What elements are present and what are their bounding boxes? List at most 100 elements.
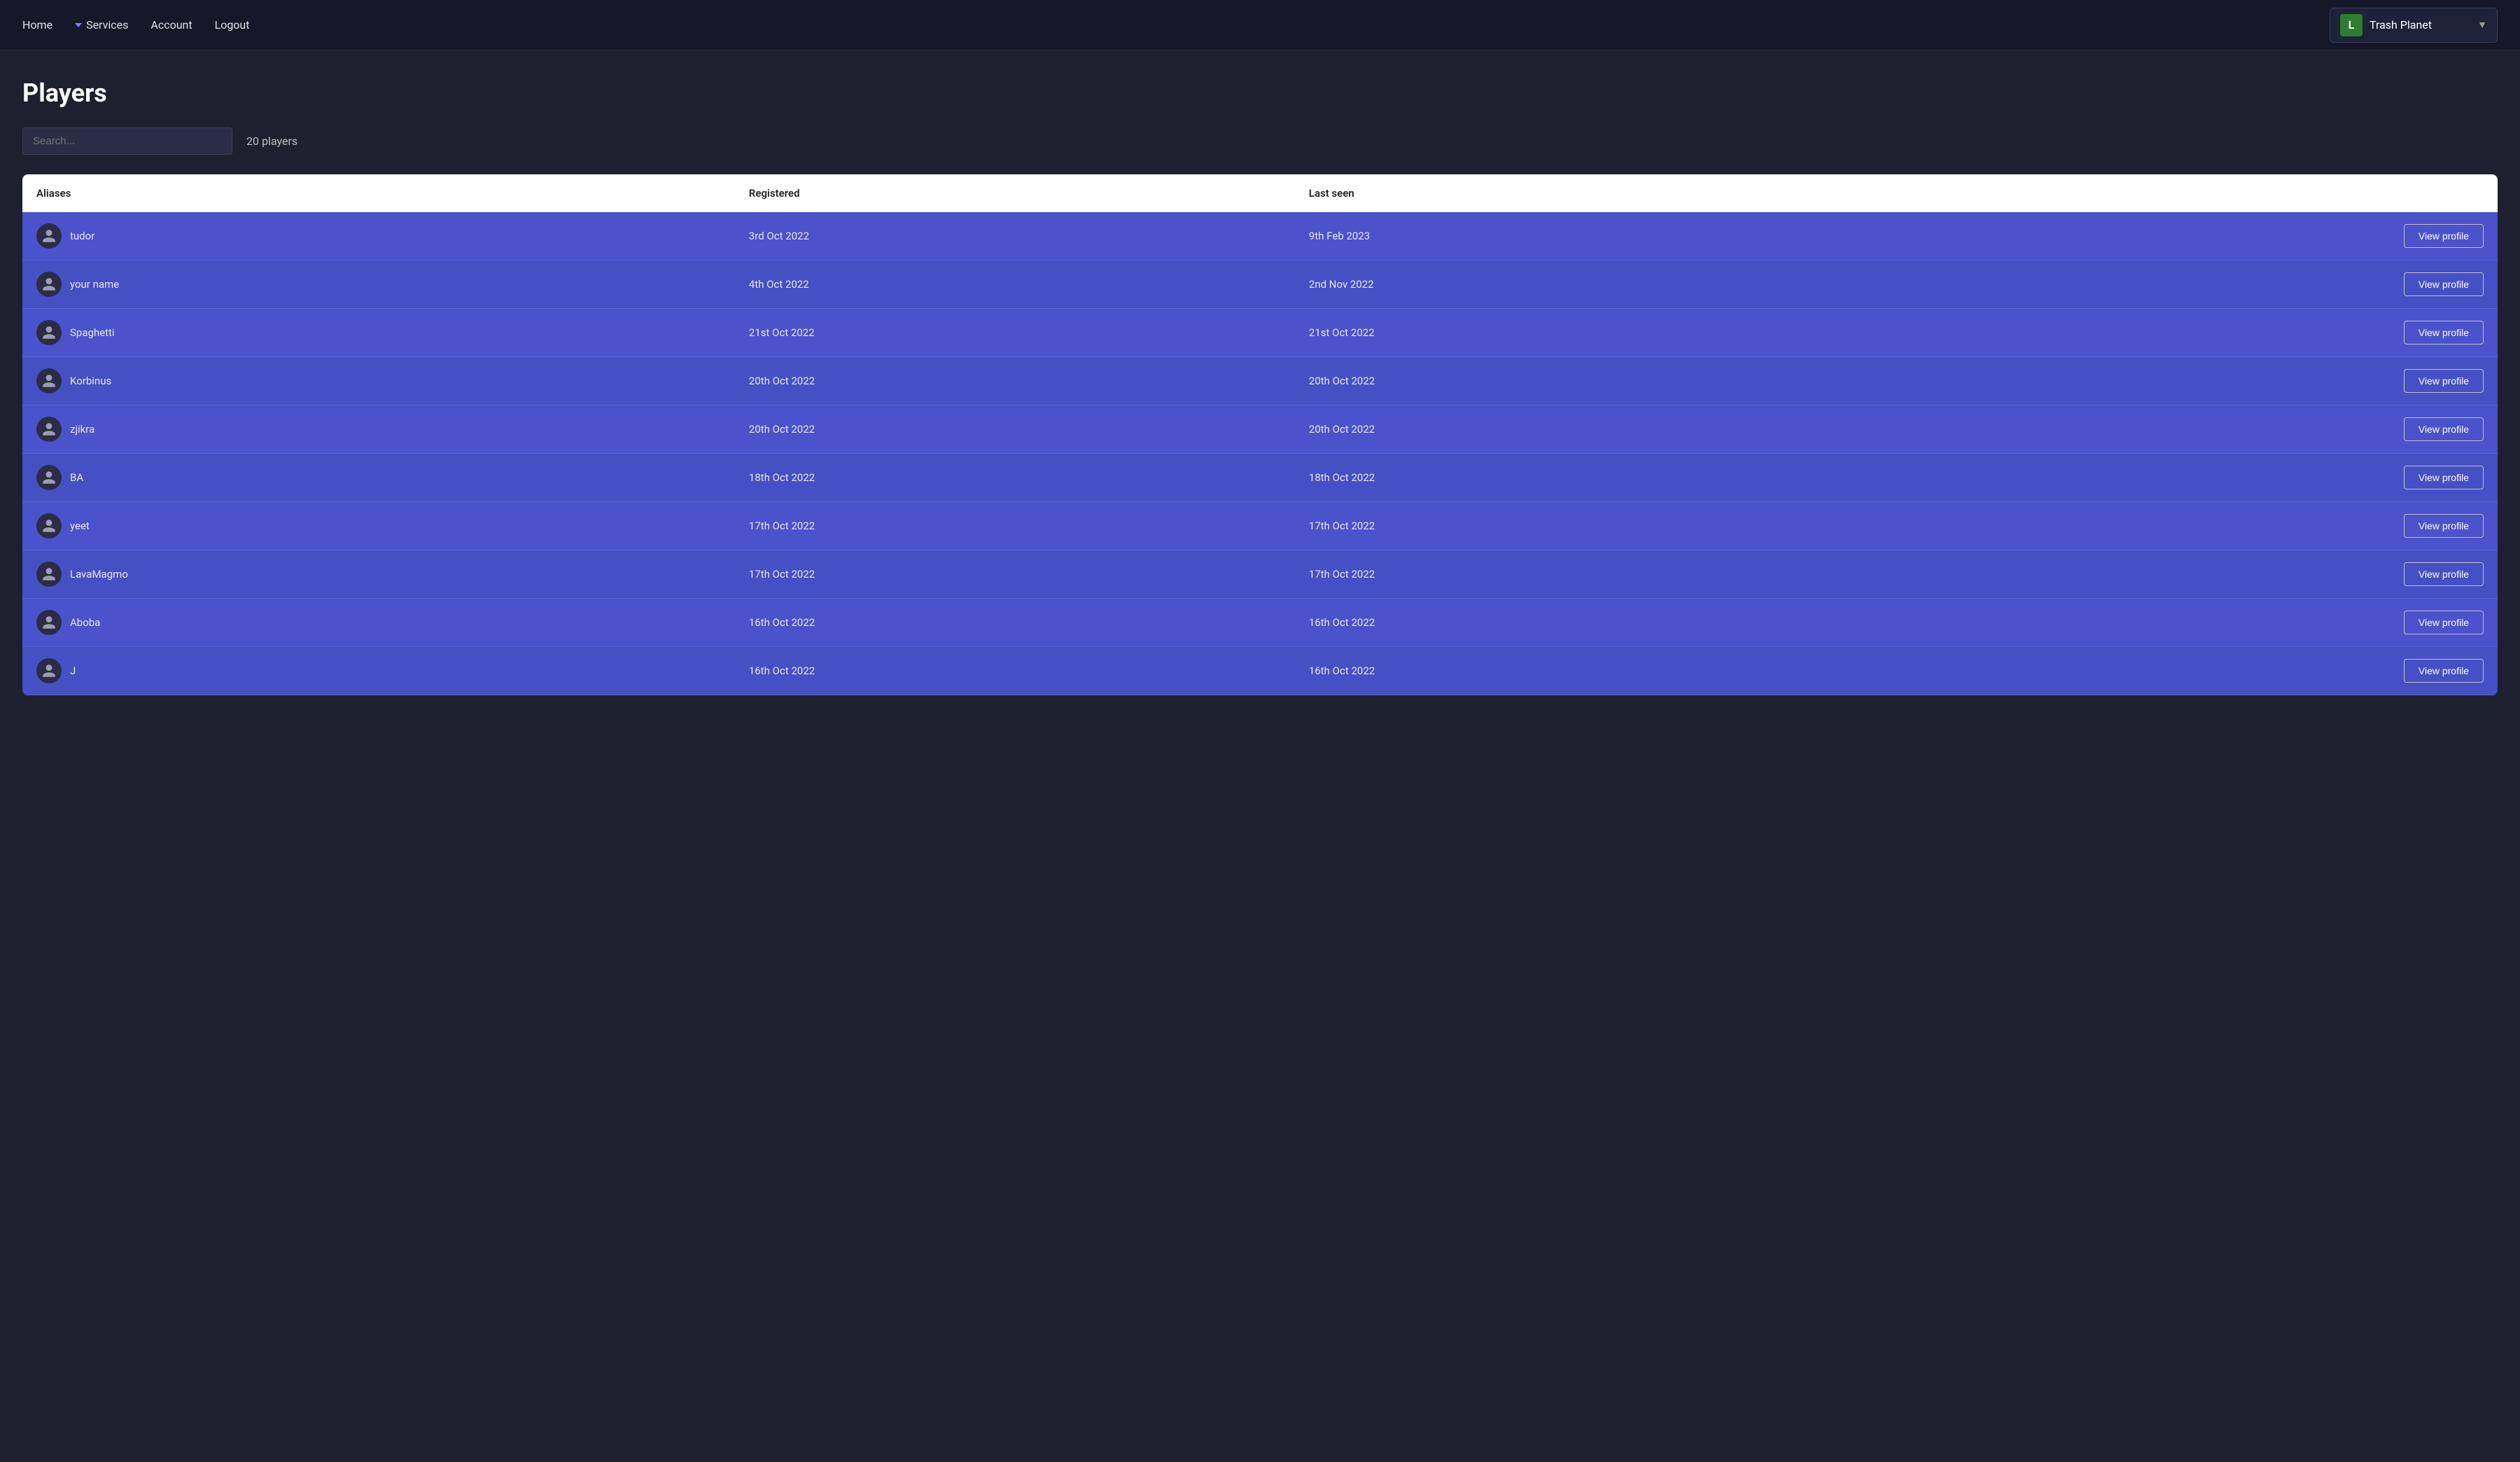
search-bar-row: 20 players xyxy=(22,127,2498,155)
brand-name: Trash Planet xyxy=(2370,18,2470,32)
player-last-seen: 18th Oct 2022 xyxy=(1295,454,1855,502)
view-profile-button[interactable]: View profile xyxy=(2404,272,2484,296)
player-last-seen: 2nd Nov 2022 xyxy=(1295,260,1855,309)
player-icon xyxy=(36,223,62,249)
player-last-seen: 16th Oct 2022 xyxy=(1295,599,1855,647)
view-profile-button[interactable]: View profile xyxy=(2404,417,2484,441)
view-profile-button[interactable]: View profile xyxy=(2404,369,2484,393)
page-title: Players xyxy=(22,78,2498,108)
player-action-col: View profile xyxy=(1855,405,2498,454)
table-row: Spaghetti 21st Oct 2022 21st Oct 2022 Vi… xyxy=(22,309,2498,357)
user-icon xyxy=(41,228,57,244)
nav-logout[interactable]: Logout xyxy=(215,18,250,32)
user-icon xyxy=(41,422,57,437)
player-registered: 17th Oct 2022 xyxy=(735,550,1295,599)
player-alias: tudor xyxy=(70,230,94,242)
view-profile-button[interactable]: View profile xyxy=(2404,659,2484,683)
table-header: Aliases Registered Last seen xyxy=(22,174,2498,212)
player-action-col: View profile xyxy=(1855,647,2498,695)
player-icon xyxy=(36,272,62,297)
player-action-col: View profile xyxy=(1855,502,2498,550)
player-alias-cell: yeet xyxy=(22,502,735,550)
user-icon xyxy=(41,615,57,630)
player-icon xyxy=(36,417,62,442)
player-registered: 18th Oct 2022 xyxy=(735,454,1295,502)
brand-chevron-icon: ▼ xyxy=(2477,19,2487,31)
player-last-seen: 17th Oct 2022 xyxy=(1295,550,1855,599)
user-icon xyxy=(41,566,57,582)
nav-links: Home Services Account Logout xyxy=(22,18,249,32)
player-icon xyxy=(36,562,62,587)
player-registered: 20th Oct 2022 xyxy=(735,405,1295,454)
player-icon xyxy=(36,513,62,538)
player-last-seen: 17th Oct 2022 xyxy=(1295,502,1855,550)
nav-services[interactable]: Services xyxy=(75,18,128,32)
player-action-col: View profile xyxy=(1855,357,2498,405)
player-alias-cell: Aboba xyxy=(22,599,735,647)
table-row: your name 4th Oct 2022 2nd Nov 2022 View… xyxy=(22,260,2498,309)
navbar: Home Services Account Logout L Trash Pla… xyxy=(0,0,2520,50)
player-alias-cell: your name xyxy=(22,260,735,309)
players-count: 20 players xyxy=(246,134,298,148)
player-action-col: View profile xyxy=(1855,454,2498,502)
player-action-col: View profile xyxy=(1855,212,2498,260)
player-last-seen: 21st Oct 2022 xyxy=(1295,309,1855,357)
view-profile-button[interactable]: View profile xyxy=(2404,224,2484,248)
player-last-seen: 20th Oct 2022 xyxy=(1295,357,1855,405)
player-registered: 16th Oct 2022 xyxy=(735,599,1295,647)
brand-avatar: L xyxy=(2340,14,2362,36)
player-action-col: View profile xyxy=(1855,260,2498,309)
player-alias: BA xyxy=(70,471,83,484)
table-row: Korbinus 20th Oct 2022 20th Oct 2022 Vie… xyxy=(22,357,2498,405)
view-profile-button[interactable]: View profile xyxy=(2404,321,2484,344)
player-last-seen: 20th Oct 2022 xyxy=(1295,405,1855,454)
player-alias-cell: J xyxy=(22,647,735,695)
player-registered: 17th Oct 2022 xyxy=(735,502,1295,550)
table-row: LavaMagmo 17th Oct 2022 17th Oct 2022 Vi… xyxy=(22,550,2498,599)
player-registered: 3rd Oct 2022 xyxy=(735,212,1295,260)
player-action-col: View profile xyxy=(1855,599,2498,647)
col-registered: Registered xyxy=(735,174,1295,212)
player-alias: Spaghetti xyxy=(70,326,115,339)
user-icon xyxy=(41,325,57,340)
col-aliases: Aliases xyxy=(22,174,735,212)
player-alias-cell: LavaMagmo xyxy=(22,550,735,599)
player-icon xyxy=(36,465,62,490)
table-row: Aboba 16th Oct 2022 16th Oct 2022 View p… xyxy=(22,599,2498,647)
view-profile-button[interactable]: View profile xyxy=(2404,611,2484,634)
chevron-down-icon xyxy=(75,23,82,27)
player-alias-cell: zjikra xyxy=(22,405,735,454)
player-alias: Korbinus xyxy=(70,375,111,387)
nav-services-label: Services xyxy=(86,18,128,32)
player-last-seen: 16th Oct 2022 xyxy=(1295,647,1855,695)
user-icon xyxy=(41,277,57,292)
player-alias-cell: tudor xyxy=(22,212,735,260)
player-action-col: View profile xyxy=(1855,309,2498,357)
player-alias: your name xyxy=(70,278,119,291)
players-tbody: tudor 3rd Oct 2022 9th Feb 2023 View pro… xyxy=(22,212,2498,695)
players-table: Aliases Registered Last seen tudor 3rd O… xyxy=(22,174,2498,695)
view-profile-button[interactable]: View profile xyxy=(2404,514,2484,538)
table-row: zjikra 20th Oct 2022 20th Oct 2022 View … xyxy=(22,405,2498,454)
table-row: J 16th Oct 2022 16th Oct 2022 View profi… xyxy=(22,647,2498,695)
nav-home[interactable]: Home xyxy=(22,18,52,32)
user-icon xyxy=(41,663,57,678)
player-icon xyxy=(36,658,62,683)
user-icon xyxy=(41,373,57,389)
user-icon xyxy=(41,518,57,534)
brand-selector[interactable]: L Trash Planet ▼ xyxy=(2330,8,2498,43)
view-profile-button[interactable]: View profile xyxy=(2404,466,2484,489)
search-input[interactable] xyxy=(22,127,232,155)
table-row: BA 18th Oct 2022 18th Oct 2022 View prof… xyxy=(22,454,2498,502)
table-row: tudor 3rd Oct 2022 9th Feb 2023 View pro… xyxy=(22,212,2498,260)
player-alias: yeet xyxy=(70,520,90,532)
nav-account[interactable]: Account xyxy=(150,18,192,32)
col-actions xyxy=(1855,174,2498,212)
view-profile-button[interactable]: View profile xyxy=(2404,562,2484,586)
player-alias: Aboba xyxy=(70,616,100,629)
player-alias: zjikra xyxy=(70,423,94,436)
user-icon xyxy=(41,470,57,485)
player-action-col: View profile xyxy=(1855,550,2498,599)
player-registered: 16th Oct 2022 xyxy=(735,647,1295,695)
player-registered: 4th Oct 2022 xyxy=(735,260,1295,309)
